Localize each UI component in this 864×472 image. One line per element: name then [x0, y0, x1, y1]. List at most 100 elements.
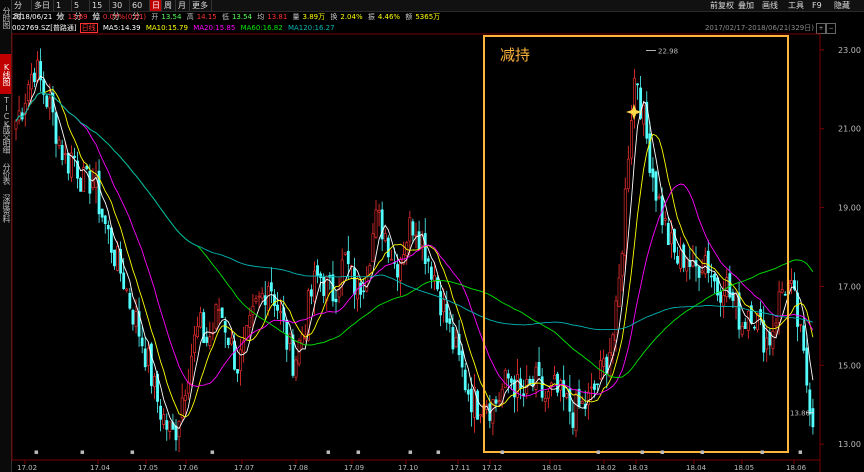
- candle-up: [189, 355, 193, 385]
- x-tick-label: 17.10: [398, 464, 418, 472]
- candle-up: [26, 84, 30, 102]
- candle-up: [193, 334, 196, 353]
- candle-down: [79, 178, 83, 192]
- candle-up: [245, 325, 249, 339]
- candle-up: [208, 336, 212, 346]
- candle-down: [448, 318, 452, 324]
- x-tick-label: 18.04: [686, 464, 707, 472]
- candle-up: [288, 333, 292, 344]
- event-marker: ▪: [356, 448, 361, 456]
- candle-down: [556, 373, 559, 393]
- candle-up: [765, 337, 769, 350]
- candle-down: [223, 321, 227, 333]
- candle-up: [479, 414, 483, 417]
- candle-up: [374, 209, 378, 238]
- candle-up: [389, 258, 393, 261]
- candle-down: [359, 282, 363, 295]
- candle-down: [654, 171, 658, 201]
- candle-down: [805, 347, 809, 386]
- candle-up: [774, 322, 778, 327]
- candle-up: [186, 382, 190, 394]
- candle-down: [113, 249, 116, 267]
- candle-down: [103, 215, 107, 224]
- candle-up: [313, 270, 316, 302]
- candle-down: [676, 255, 679, 264]
- candle-down: [636, 83, 639, 86]
- x-tick-label: 17.08: [288, 464, 308, 472]
- candle-up: [589, 386, 593, 389]
- candle-up: [343, 252, 347, 255]
- x-tick-label: 17.12: [482, 464, 502, 472]
- candle-down: [174, 425, 178, 441]
- candle-up: [663, 218, 667, 221]
- candle-up: [146, 347, 150, 366]
- candle-down: [331, 274, 335, 302]
- event-marker: ▪: [596, 448, 601, 456]
- candle-up: [371, 233, 375, 263]
- x-tick-label: 18.01: [542, 464, 562, 472]
- event-marker: ▪: [798, 448, 803, 456]
- candle-up: [574, 393, 578, 432]
- candle-up: [266, 286, 270, 312]
- candle-up: [116, 246, 119, 271]
- candle-down: [571, 412, 575, 428]
- candle-down: [362, 290, 366, 293]
- candle-up: [63, 153, 67, 156]
- y-tick-label: 15.00: [838, 361, 861, 370]
- candle-up: [442, 299, 446, 313]
- event-marker: ▪: [130, 448, 135, 456]
- candle-up: [57, 139, 61, 146]
- candle-up: [642, 104, 646, 125]
- candle-down: [386, 237, 390, 258]
- kline-chart[interactable]: 23.00 21.00 19.00 17.00 15.00 13.00 17.02 17.04…: [0, 0, 864, 472]
- candle-up: [214, 304, 218, 329]
- candle-down: [205, 336, 209, 343]
- candle-up: [239, 349, 243, 372]
- candle-down: [346, 250, 350, 265]
- x-tick-label: 17.04: [90, 464, 111, 472]
- candle-down: [596, 383, 599, 386]
- candle-up: [543, 398, 547, 402]
- candle-down: [682, 244, 686, 268]
- reduction-highlight-box: [483, 35, 789, 453]
- candle-up: [248, 315, 252, 328]
- x-tick-label: 17.06: [178, 464, 199, 472]
- candle-down: [743, 321, 747, 329]
- candle-down: [226, 337, 230, 346]
- candle-up: [125, 288, 129, 291]
- candle-up: [602, 358, 606, 367]
- candle-up: [365, 276, 369, 292]
- candle-down: [423, 233, 427, 265]
- candle-down: [417, 231, 421, 249]
- candle-up: [777, 291, 781, 323]
- candle-up: [377, 210, 381, 213]
- candle-down: [128, 292, 132, 309]
- x-tick-label: 17.05: [138, 464, 158, 472]
- x-tick-label: 18.06: [786, 464, 807, 472]
- candle-up: [414, 234, 418, 237]
- candle-up: [368, 265, 372, 275]
- candle-down: [528, 378, 532, 385]
- candle-up: [553, 375, 556, 380]
- candle-down: [159, 405, 163, 420]
- candle-up: [503, 370, 507, 389]
- candle-up: [229, 337, 233, 345]
- candle-up: [679, 249, 683, 269]
- candle-up: [279, 311, 283, 314]
- event-marker: ▪: [210, 448, 215, 456]
- low-price-label: 13.80: [790, 410, 810, 418]
- candle-down: [45, 95, 49, 107]
- x-tick-label: 17.02: [17, 464, 37, 472]
- x-tick-label: 18.03: [628, 464, 648, 472]
- candle-down: [269, 282, 273, 292]
- candle-down: [411, 221, 415, 236]
- candle-up: [183, 395, 187, 401]
- candle-up: [48, 97, 52, 109]
- y-tick-label: 21.00: [838, 125, 861, 134]
- candle-up: [257, 295, 261, 298]
- candle-up: [700, 270, 704, 273]
- candle-up: [36, 59, 39, 82]
- candle-down: [463, 369, 467, 391]
- candle-down: [436, 277, 439, 290]
- candle-up: [177, 421, 181, 438]
